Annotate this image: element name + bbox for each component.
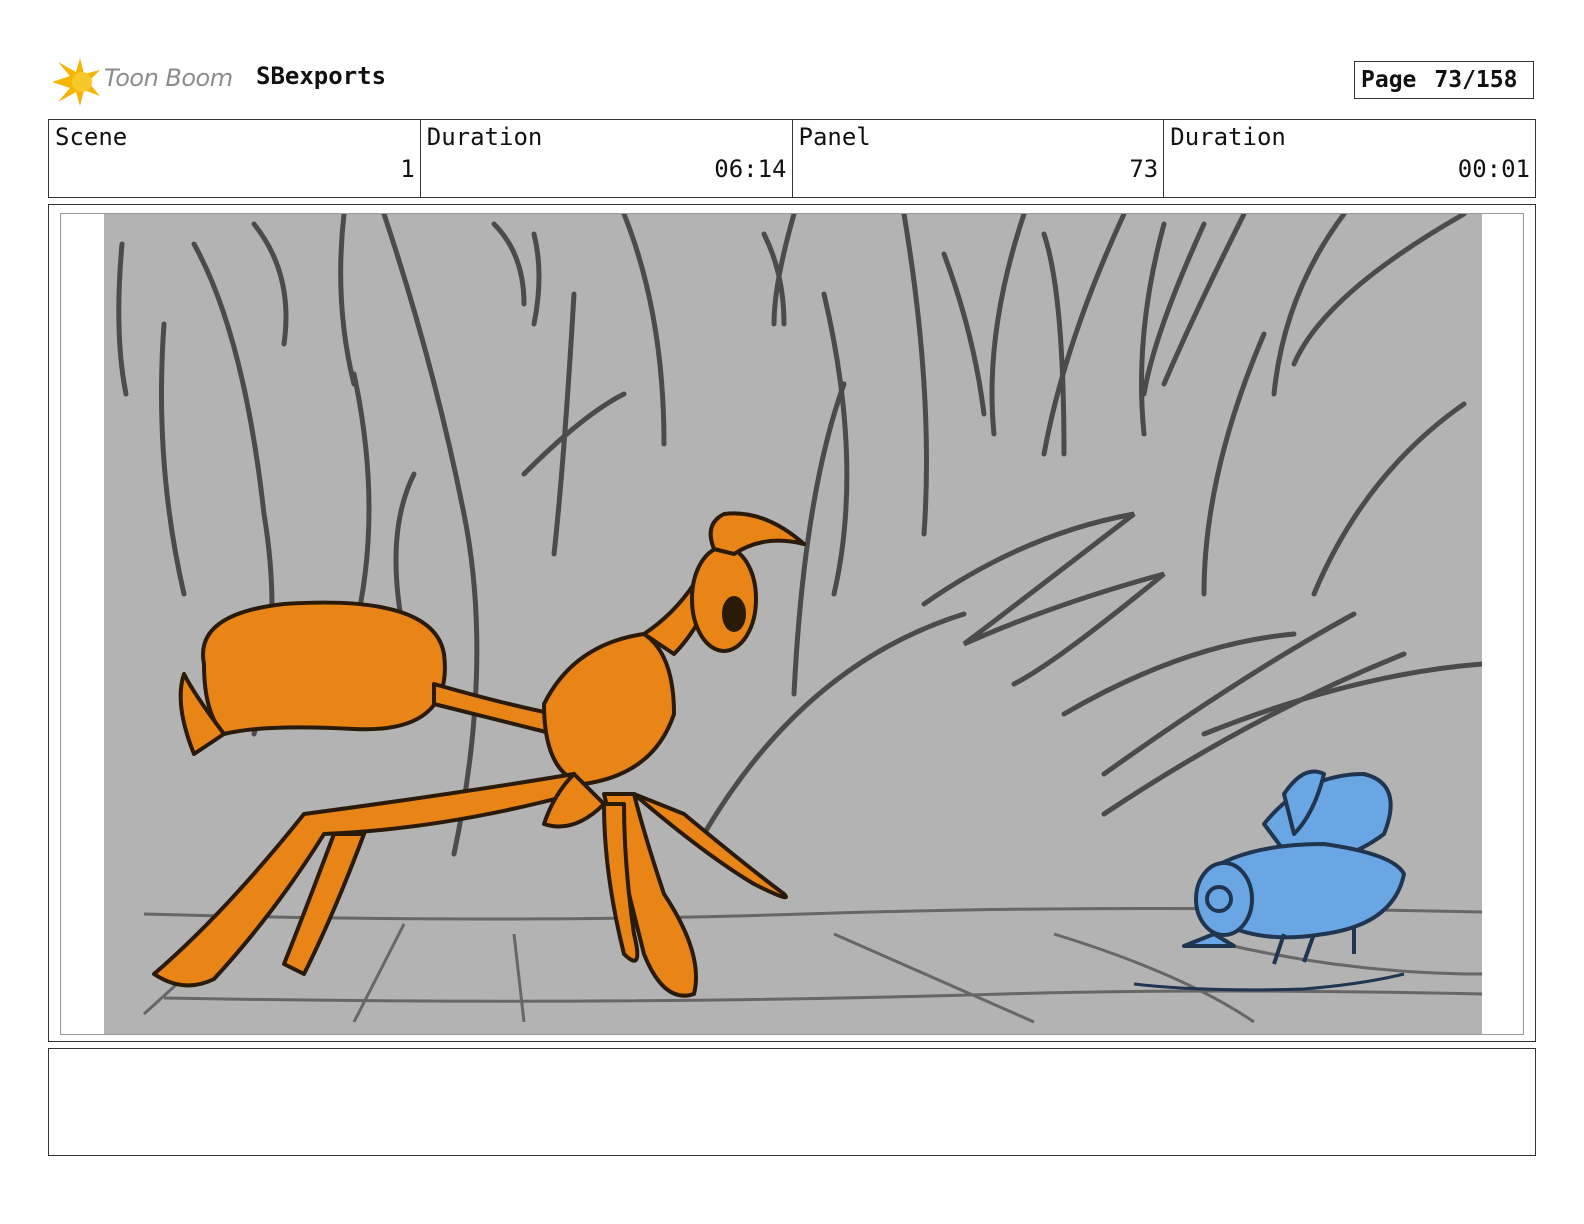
panel-value: 73: [1129, 155, 1159, 183]
scene-info-table: Scene 1 Duration 06:14 Panel 73 Duration…: [48, 119, 1536, 198]
panel-duration-value: 00:01: [1457, 155, 1530, 183]
storyboard-panel-frame: [48, 204, 1536, 1042]
page-number: 73/158: [1434, 67, 1518, 93]
flame-icon: [52, 58, 100, 106]
page-indicator: Page 73/158: [1354, 61, 1534, 99]
panel-duration-cell: Duration 00:01: [1164, 120, 1535, 197]
scene-duration-value: 06:14: [714, 155, 787, 183]
panel-notes-box: [48, 1048, 1536, 1156]
logo-wordmark: Toon Boom: [104, 64, 233, 92]
page-label: Page: [1361, 67, 1417, 93]
panel-duration-label: Duration: [1170, 123, 1286, 151]
scene-label: Scene: [55, 123, 128, 151]
scene-value: 1: [400, 155, 415, 183]
scene-cell: Scene 1: [49, 120, 421, 197]
project-name: SBexports: [256, 62, 387, 90]
scene-duration-cell: Duration 06:14: [421, 120, 793, 197]
panel-cell: Panel 73: [793, 120, 1165, 197]
toon-boom-logo: Toon Boom: [50, 56, 240, 108]
storyboard-panel: [60, 213, 1524, 1035]
panel-label: Panel: [798, 123, 871, 151]
panel-sketch-image: [104, 214, 1482, 1034]
scene-duration-label: Duration: [426, 123, 543, 151]
